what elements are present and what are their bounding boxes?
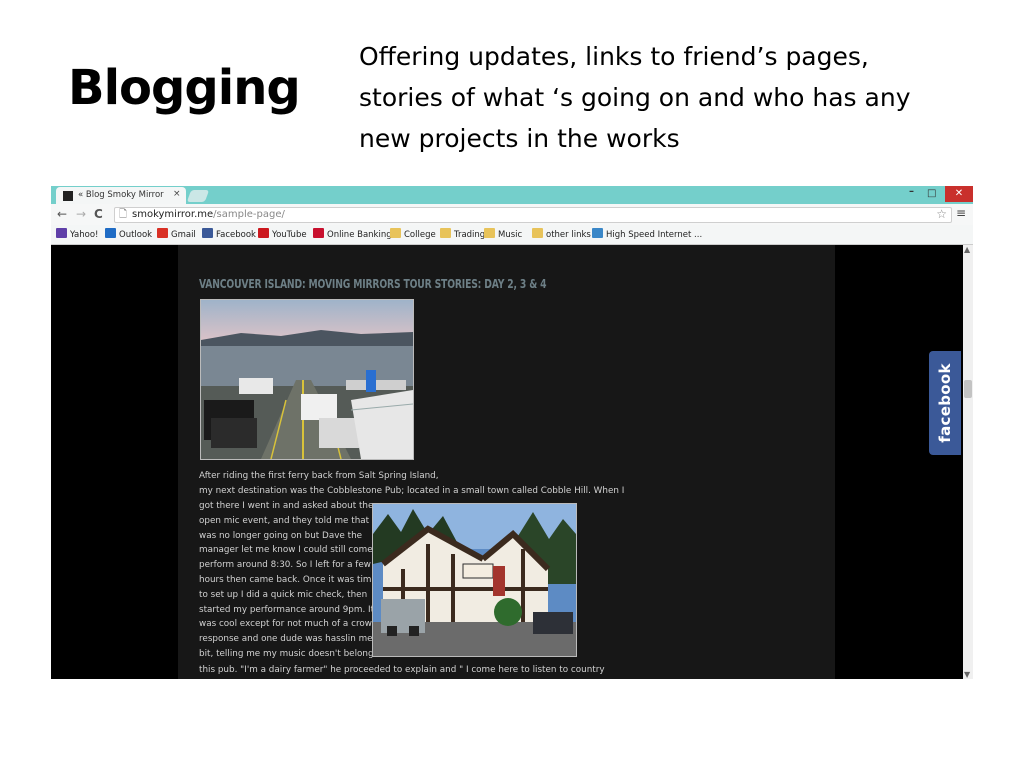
forward-arrow-icon[interactable]: →: [76, 207, 86, 221]
scrollbar-thumb[interactable]: [964, 380, 972, 398]
post-text-line: response and one dude was hasslin me a: [199, 634, 381, 645]
folder-icon: [390, 228, 401, 238]
bookmarks-bar: Yahoo! Outlook Gmail Facebook YouTube Online …: [51, 225, 973, 245]
ferry-photo: [200, 299, 414, 460]
post-text-line: open mic event, and they told me that it: [199, 515, 378, 526]
facebook-side-tab[interactable]: facebook: [929, 351, 961, 455]
blog-post: VANCOUVER ISLAND: MOVING MIRRORS TOUR ST…: [178, 245, 835, 679]
minimize-button[interactable]: –: [909, 186, 914, 197]
facebook-tab-label: facebook: [936, 363, 954, 443]
post-intro-line-2: my next destination was the Cobblestone …: [199, 486, 625, 496]
bookmark-label: YouTube: [272, 230, 307, 240]
bookmark-college[interactable]: College: [390, 228, 436, 240]
bookmark-outlook[interactable]: Outlook: [105, 228, 152, 240]
post-text-line: started my performance around 9pm. It: [199, 604, 375, 615]
url-path: /sample-page/: [213, 209, 285, 220]
bookmark-label: Gmail: [171, 230, 196, 240]
post-text-line: got there I went in and asked about the: [199, 501, 374, 511]
bookmark-facebook[interactable]: Facebook: [202, 228, 256, 240]
browser-tab[interactable]: « Blog Smoky Mirror ×: [56, 187, 186, 204]
bookmark-youtube[interactable]: YouTube: [258, 228, 307, 240]
bookmark-label: Trading: [454, 230, 486, 240]
slide-body-text: Offering updates, links to friend’s page…: [359, 42, 911, 153]
post-text-line: hours then came back. Once it was time: [199, 575, 377, 585]
bookmark-label: other links: [546, 230, 591, 240]
gmail-icon: [157, 228, 168, 238]
bookmark-online-banking[interactable]: Online Banking: [313, 228, 392, 240]
bookmark-label: Facebook: [216, 230, 256, 240]
browser-window: « Blog Smoky Mirror × – □ ✕ ← → C 🗋 smok…: [51, 186, 973, 679]
post-last-line: this pub. "I'm a dairy farmer" he procee…: [199, 665, 605, 675]
post-text-line: was no longer going on but Dave the: [199, 530, 363, 541]
post-text-line: bit, telling me my music doesn't belong …: [199, 649, 386, 659]
globe-icon: [592, 228, 603, 238]
bookmark-star-icon[interactable]: ☆: [936, 207, 947, 221]
vertical-scrollbar[interactable]: ▲ ▼: [963, 245, 973, 679]
scroll-down-arrow-icon[interactable]: ▼: [964, 670, 970, 679]
menu-icon[interactable]: ≡: [956, 206, 966, 220]
address-bar[interactable]: 🗋 smokymirror.me/sample-page/ ☆: [114, 207, 952, 223]
reload-icon[interactable]: C: [94, 207, 103, 221]
youtube-icon: [258, 228, 269, 238]
bookmark-other-links[interactable]: other links: [532, 228, 591, 240]
post-intro-line-1: After riding the first ferry back from S…: [199, 471, 439, 481]
folder-icon: [532, 228, 543, 238]
bank-icon: [313, 228, 324, 238]
bookmark-label: Online Banking: [327, 230, 392, 240]
pub-photo: [372, 503, 577, 657]
post-text-line: perform around 8:30. So I left for a few: [199, 560, 371, 571]
url-host: smokymirror.me: [132, 209, 214, 220]
facebook-icon: [202, 228, 213, 238]
back-arrow-icon[interactable]: ←: [57, 207, 67, 221]
folder-icon: [440, 228, 451, 238]
bookmark-label: High Speed Internet ...: [606, 230, 703, 240]
tab-bar: « Blog Smoky Mirror × – □ ✕: [51, 186, 973, 204]
close-window-button[interactable]: ✕: [945, 186, 973, 202]
browser-toolbar: ← → C 🗋 smokymirror.me/sample-page/ ☆ ≡: [51, 204, 973, 225]
bookmark-label: College: [404, 230, 436, 240]
tab-close-icon[interactable]: ×: [173, 189, 181, 199]
yahoo-mail-icon: [56, 228, 67, 238]
new-tab-button[interactable]: [186, 190, 210, 202]
page-icon: 🗋: [119, 209, 128, 220]
bookmark-gmail[interactable]: Gmail: [157, 228, 196, 240]
post-text-line: was cool except for not much of a crowd: [199, 619, 378, 630]
bookmark-yahoo[interactable]: Yahoo!: [56, 228, 98, 240]
web-page: VANCOUVER ISLAND: MOVING MIRRORS TOUR ST…: [51, 245, 963, 679]
scroll-up-arrow-icon[interactable]: ▲: [964, 245, 970, 254]
post-title[interactable]: VANCOUVER ISLAND: MOVING MIRRORS TOUR ST…: [199, 276, 547, 291]
bookmark-label: Outlook: [119, 230, 153, 240]
folder-icon: [484, 228, 495, 238]
slide-title: Blogging: [68, 60, 301, 116]
bookmark-label: Music: [498, 230, 523, 240]
site-favicon-icon: [63, 191, 73, 201]
bookmark-high-speed-internet[interactable]: High Speed Internet ...: [592, 228, 702, 240]
bookmark-trading[interactable]: Trading: [440, 228, 485, 240]
post-text-line: manager let me know I could still come: [199, 545, 373, 556]
outlook-icon: [105, 228, 116, 238]
tab-title: « Blog Smoky Mirror: [78, 190, 164, 200]
post-text-line: to set up I did a quick mic check, then: [199, 589, 368, 600]
bookmark-label: Yahoo!: [70, 230, 99, 240]
bookmark-music[interactable]: Music: [484, 228, 522, 240]
maximize-button[interactable]: □: [927, 188, 936, 199]
